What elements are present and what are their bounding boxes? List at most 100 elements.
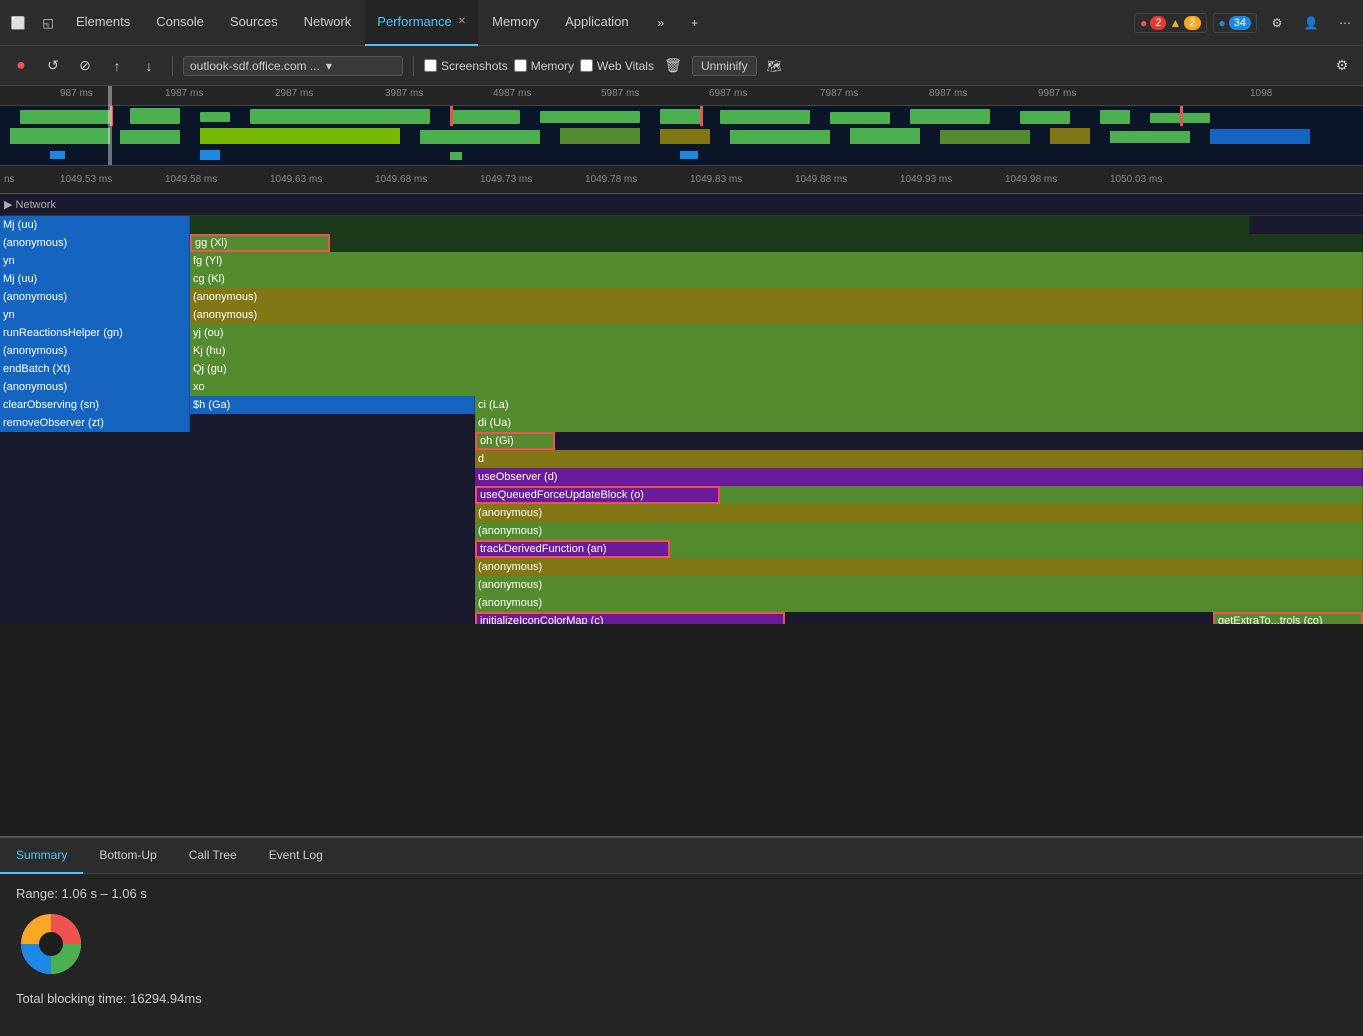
cpu-bar: CPU (0, 126, 1363, 146)
flame-cell[interactable]: (anonymous) (0, 234, 190, 252)
tab-event-log[interactable]: Event Log (253, 838, 339, 874)
device-mode-icon[interactable]: ⬜ (4, 9, 32, 37)
element-picker-icon[interactable]: ◱ (34, 9, 62, 37)
settings-icon[interactable]: ⚙ (1263, 9, 1291, 37)
tab-performance-close[interactable]: ✕ (458, 16, 466, 27)
info-count: 34 (1229, 16, 1251, 30)
tab-memory[interactable]: Memory (480, 0, 551, 46)
url-bar[interactable]: outlook-sdf.office.com ... ▾ (183, 56, 403, 76)
memory-checkbox[interactable] (514, 59, 527, 72)
tab-call-tree-label: Call Tree (189, 848, 237, 862)
more-tabs-button[interactable]: » (647, 9, 675, 37)
flame-row-6: runReactionsHelper (gn) yj (ou) (0, 324, 1363, 342)
tab-event-log-label: Event Log (269, 848, 323, 862)
gear-icon: ⚙ (1336, 57, 1349, 74)
flame-cell-outlined[interactable]: useQueuedForceUpdateBlock (o) (475, 486, 720, 504)
flame-cell[interactable]: yj (ou) (190, 324, 1363, 342)
record-button[interactable]: ● (8, 53, 34, 79)
flame-cell[interactable]: endBatch (Xt) (0, 360, 190, 378)
flame-cell[interactable]: Mj (uu) (0, 270, 190, 288)
flame-cell[interactable]: d (475, 450, 1363, 468)
flame-cell-outlined[interactable]: gg (Xl) (190, 234, 330, 252)
flame-cell[interactable]: removeObserver (zt) (0, 414, 190, 432)
tab-bottom-up[interactable]: Bottom-Up (83, 838, 172, 874)
flame-cell-outlined[interactable]: getExtraTo...trols (co) (1213, 612, 1363, 624)
flame-cell[interactable]: (anonymous) (475, 594, 1363, 612)
flame-chart[interactable]: ▶ Network Mj (uu) (anonymous) gg (Xl) yn… (0, 194, 1363, 624)
flame-cell[interactable]: (anonymous) (0, 378, 190, 396)
flame-cell[interactable]: (anonymous) (475, 522, 1363, 540)
flame-cell[interactable]: ci (La) (475, 396, 1363, 414)
flame-cell[interactable]: fg (Yl) (190, 252, 1363, 270)
flame-cell-outlined[interactable]: oh (Gi) (475, 432, 555, 450)
trash-button[interactable]: 🗑 (660, 53, 686, 79)
flame-cell[interactable]: (anonymous) (475, 558, 1363, 576)
flame-cell[interactable]: runReactionsHelper (gn) (0, 324, 190, 342)
tab-elements[interactable]: Elements (64, 0, 142, 46)
flame-row-15: useQueuedForceUpdateBlock (o) (0, 486, 1363, 504)
flame-cell[interactable]: (anonymous) (475, 504, 1363, 522)
upload-button[interactable]: ↑ (104, 53, 130, 79)
cancel-button[interactable]: ⊘ (72, 53, 98, 79)
flame-cell[interactable]: (anonymous) (475, 576, 1363, 594)
webvitals-checkbox-group[interactable]: Web Vitals (580, 59, 654, 73)
flame-cell-outlined[interactable]: initializeIconColorMap (c) (475, 612, 785, 624)
tab-application[interactable]: Application (553, 0, 641, 46)
flame-cell[interactable]: Qj (gu) (190, 360, 1363, 378)
info-group[interactable]: ● 34 (1213, 13, 1258, 33)
flame-cell[interactable]: yn (0, 306, 190, 324)
upload-icon: ↑ (114, 58, 121, 74)
flame-cell[interactable]: useObserver (d) (475, 468, 1363, 486)
tab-elements-label: Elements (76, 14, 130, 29)
flame-cell[interactable]: cg (Kl) (190, 270, 1363, 288)
refresh-button[interactable]: ↺ (40, 53, 66, 79)
screenshots-checkbox-group[interactable]: Screenshots (424, 59, 508, 73)
flame-cell-empty (190, 216, 1250, 234)
flame-cell[interactable]: (anonymous) (0, 288, 190, 306)
timeline-overview[interactable]: 987 ms 1987 ms 2987 ms 3987 ms 4987 ms 5… (0, 86, 1363, 166)
flame-cell[interactable]: di (Ua) (475, 414, 1363, 432)
error-group[interactable]: ● 2 ▲ 2 (1134, 13, 1206, 33)
tab-summary[interactable]: Summary (0, 838, 83, 874)
tab-call-tree[interactable]: Call Tree (173, 838, 253, 874)
flame-cell-empty (0, 612, 475, 624)
flame-cell[interactable]: $h (Ga) (190, 396, 475, 414)
flame-row-8: endBatch (Xt) Qj (gu) (0, 360, 1363, 378)
flame-cell[interactable]: xo (190, 378, 1363, 396)
memory-label: Memory (531, 59, 574, 73)
flame-cell[interactable]: (anonymous) (190, 288, 1363, 306)
flame-cell-outlined[interactable]: trackDerivedFunction (an) (475, 540, 670, 558)
flame-cell[interactable]: (anonymous) (0, 342, 190, 360)
tab-performance[interactable]: Performance ✕ (365, 0, 478, 46)
flame-cell[interactable]: Kj (hu) (190, 342, 1363, 360)
add-tab-button[interactable]: + (681, 9, 709, 37)
unminify-button[interactable]: Unminify (692, 56, 757, 76)
screenshots-checkbox[interactable] (424, 59, 437, 72)
flame-cell[interactable] (670, 540, 1363, 558)
trash-icon: 🗑 (664, 57, 682, 74)
ruler-tick-8: 8987 ms (929, 88, 967, 99)
performance-settings-icon[interactable]: ⚙ (1329, 53, 1355, 79)
tab-sources[interactable]: Sources (218, 0, 290, 46)
ruler-tick-10: 1098 (1250, 88, 1272, 99)
more-options-icon[interactable]: ⋯ (1331, 9, 1359, 37)
ruler-tick-2: 2987 ms (275, 88, 313, 99)
memory-checkbox-group[interactable]: Memory (514, 59, 574, 73)
flame-cell[interactable] (720, 486, 1363, 504)
flame-cell-empty (0, 522, 475, 540)
ruler-tick-1: 1987 ms (165, 88, 203, 99)
flame-cell[interactable]: clearObserving (sn) (0, 396, 190, 414)
download-button[interactable]: ↓ (136, 53, 162, 79)
net-bar: NET (0, 146, 1363, 166)
tab-console[interactable]: Console (144, 0, 216, 46)
account-icon[interactable]: 👤 (1297, 9, 1325, 37)
flame-row-10: clearObserving (sn) $h (Ga) ci (La) (0, 396, 1363, 414)
webvitals-checkbox[interactable] (580, 59, 593, 72)
tab-network[interactable]: Network (292, 0, 364, 46)
error-yellow-count: 2 (1184, 16, 1200, 30)
flame-cell[interactable]: yn (0, 252, 190, 270)
flame-row-18: trackDerivedFunction (an) (0, 540, 1363, 558)
flame-row-5: yn (anonymous) (0, 306, 1363, 324)
flame-cell[interactable]: Mj (uu) (0, 216, 190, 234)
flame-cell[interactable]: (anonymous) (190, 306, 1363, 324)
